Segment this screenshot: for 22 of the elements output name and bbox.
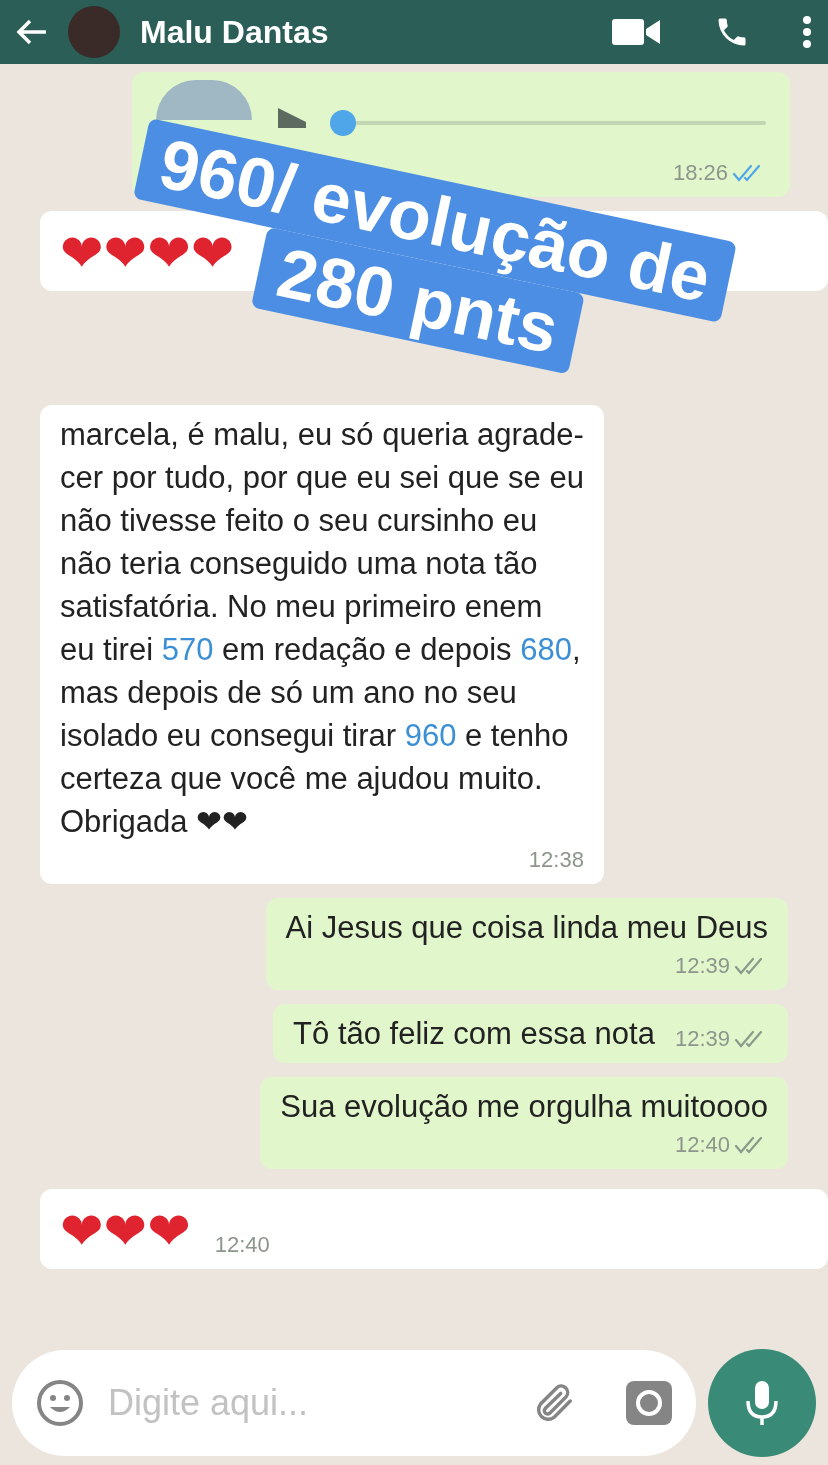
message-time: 12:38 xyxy=(528,846,584,874)
message-time: 18:26 xyxy=(672,159,728,187)
message-time: 12:40 xyxy=(214,1231,270,1259)
message-time: 12:40 xyxy=(674,1131,730,1159)
microphone-icon xyxy=(745,1379,779,1427)
back-arrow-icon[interactable] xyxy=(16,18,48,46)
message-text: Ai Jesus que coisa linda meu Deus xyxy=(285,909,768,947)
contact-name[interactable]: Malu Dantas xyxy=(140,8,592,56)
video-call-icon[interactable] xyxy=(612,17,662,47)
message-text: marcela, é malu, eu só queria agrade- cer por tudo, por que eu sei que se eu não tivesse feito o seu cursinho eu não teria conseguido uma nota tão satisfatória. No meu primeiro enem eu tirei 570 em redação e depois 680, mas depois de só um ano no seu isolado eu consegui tirar 960 e tenho certeza que você me ajudou muito. Obrigada ❤❤ xyxy=(60,416,584,841)
heart-emojis: ❤❤❤ xyxy=(60,1201,191,1261)
message-text: Tô tão feliz com essa nota xyxy=(293,1015,655,1053)
audio-progress-track[interactable] xyxy=(330,110,766,136)
input-placeholder: Digite aqui... xyxy=(108,1381,310,1425)
camera-icon[interactable] xyxy=(626,1381,672,1425)
more-options-icon[interactable] xyxy=(802,15,812,49)
slider-thumb[interactable] xyxy=(330,110,356,136)
message-time: 12:39 xyxy=(674,952,730,980)
smiley-icon[interactable] xyxy=(36,1379,84,1427)
play-icon[interactable] xyxy=(276,106,306,128)
message-time: 12:39 xyxy=(674,1025,730,1053)
message-text: Sua evolução me orgulha muitoooo xyxy=(280,1088,768,1126)
